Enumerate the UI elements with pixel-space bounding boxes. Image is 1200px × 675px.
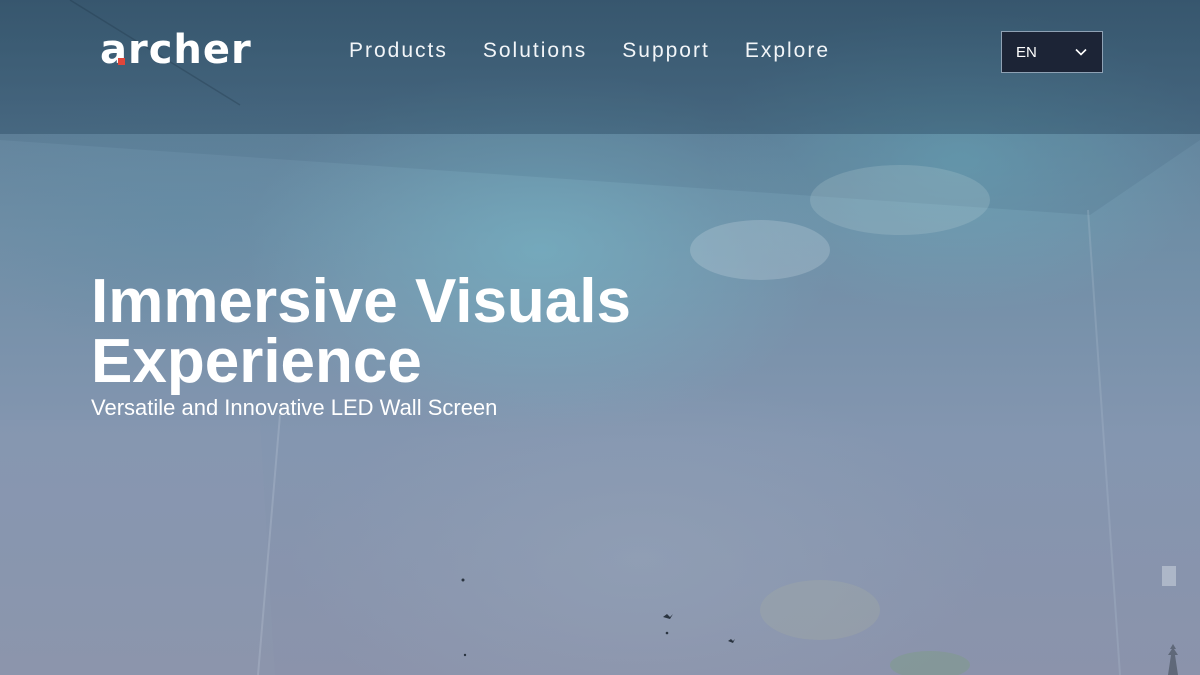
hero-section: archer Products Solutions Support Explor…	[0, 0, 1200, 675]
main-nav: Products Solutions Support Explore	[349, 36, 830, 66]
nav-item-explore[interactable]: Explore	[745, 36, 830, 66]
language-select[interactable]: EN	[1001, 31, 1103, 73]
chevron-down-icon	[1075, 48, 1087, 56]
language-select-value: EN	[1016, 43, 1037, 61]
hero-subtitle: Versatile and Innovative LED Wall Screen	[91, 395, 498, 420]
hero-title: Immersive Visuals Experience	[91, 271, 791, 393]
brand-logo-accent-dot	[118, 58, 125, 65]
nav-item-solutions[interactable]: Solutions	[483, 36, 587, 66]
hero-title-line2: Experience	[91, 327, 422, 396]
nav-item-support[interactable]: Support	[622, 36, 710, 66]
hero-title-line1: Immersive Visuals	[91, 267, 631, 336]
brand-logo-text: archer	[100, 27, 252, 73]
brand-logo[interactable]: archer	[100, 26, 252, 74]
nav-item-products[interactable]: Products	[349, 36, 448, 66]
